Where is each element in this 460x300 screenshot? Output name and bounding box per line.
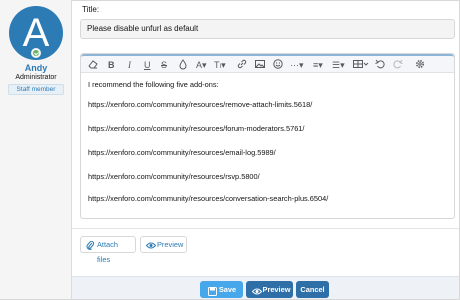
editor-line: https://xenforo.com/community/resources/… <box>88 172 260 181</box>
font-size-icon[interactable]: TI▾ <box>214 59 226 71</box>
preview-button[interactable]: Preview <box>246 281 293 298</box>
editor-line: https://xenforo.com/community/resources/… <box>88 148 276 157</box>
save-icon <box>208 285 217 300</box>
italic-icon[interactable]: I <box>128 59 131 71</box>
editor-line: https://xenforo.com/community/resources/… <box>88 124 305 133</box>
rich-text-editor[interactable]: B I U S A▾ TI▾ ···▾ ≡▾ ☰▾ I recommend th… <box>80 53 455 219</box>
save-button[interactable]: Save <box>200 281 243 298</box>
editor-toolbar: B I U S A▾ TI▾ ···▾ ≡▾ ☰▾ <box>81 54 454 73</box>
smilie-icon[interactable] <box>273 59 283 71</box>
title-label: Title: <box>82 5 100 14</box>
list-icon[interactable]: ☰▾ <box>332 59 345 71</box>
eye-icon <box>145 240 157 255</box>
attach-preview-label: Preview <box>157 240 184 249</box>
table-icon[interactable] <box>353 59 369 71</box>
attach-preview-button[interactable]: Preview <box>140 236 187 253</box>
undo-icon[interactable] <box>375 59 385 71</box>
image-icon[interactable] <box>255 59 265 71</box>
more-options-icon[interactable]: ···▾ <box>290 59 304 71</box>
eraser-icon[interactable] <box>88 59 98 71</box>
staff-badge: Staff member <box>8 84 64 95</box>
editor-line: https://xenforo.com/community/resources/… <box>88 100 313 109</box>
attach-files-button[interactable]: Attach files <box>80 236 136 264</box>
editor-line: https://xenforo.com/community/resources/… <box>88 194 329 203</box>
editor-line: I recommend the following five add-ons: <box>88 80 219 89</box>
cancel-button[interactable]: Cancel <box>296 281 329 298</box>
eye-icon <box>251 285 263 300</box>
underline-icon[interactable]: U <box>144 59 151 71</box>
cancel-label: Cancel <box>300 285 325 294</box>
text-color-icon[interactable] <box>179 59 187 71</box>
redo-icon[interactable] <box>393 59 403 71</box>
settings-icon[interactable] <box>415 59 425 71</box>
strikethrough-icon[interactable]: S <box>161 59 167 71</box>
paperclip-icon <box>86 240 95 255</box>
user-sidebar: A Andy Administrator Staff member <box>0 0 72 299</box>
align-icon[interactable]: ≡▾ <box>313 59 323 71</box>
user-title: Administrator <box>15 74 57 81</box>
link-icon[interactable] <box>237 59 247 71</box>
username[interactable]: Andy <box>0 63 72 73</box>
bold-icon[interactable]: B <box>108 59 115 71</box>
title-input[interactable]: Please disable unfurl as default <box>80 19 455 39</box>
font-family-icon[interactable]: A▾ <box>196 59 207 71</box>
online-status-icon <box>31 48 41 58</box>
